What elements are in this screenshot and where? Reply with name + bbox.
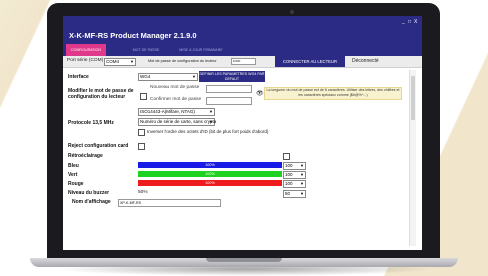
backlight-label: Rétroéclairage [68, 153, 103, 159]
chevron-down-icon: ▼ [209, 109, 213, 114]
close-icon[interactable]: X [414, 19, 417, 25]
laptop-notch [206, 258, 282, 262]
protocol-standard-select[interactable]: ISO14443-A(Mifare, NTAG) ▼ [138, 108, 215, 116]
tab-password[interactable]: MOT DE PASSE [131, 44, 161, 56]
interface-value: WG4 [140, 74, 151, 79]
reject-config-label: Reject configuration card [68, 143, 129, 149]
invert-bytes-label: Inverser l'ordre des octets d'ID (bit de… [147, 129, 269, 134]
buzzer-value: 50 [285, 191, 291, 196]
new-password-placeholder: Nouveau mot de passe [150, 85, 200, 90]
red-value: 100 [285, 181, 293, 186]
chevron-down-icon: ▼ [192, 74, 196, 79]
eye-icon[interactable]: 👁 [256, 90, 264, 97]
red-level-bar[interactable]: 100% [138, 180, 282, 186]
green-value-select[interactable]: 100 ▼ [283, 171, 306, 179]
buzzer-level-text: 50% [138, 190, 148, 195]
chevron-down-icon: ▼ [130, 59, 134, 64]
port-select[interactable]: COM4 ▼ [104, 58, 136, 66]
connection-status: Déconnecté [352, 58, 379, 64]
blue-label: Bleu [68, 163, 79, 169]
app-title: X-K-MF-RS Product Manager 2.1.9.0 [69, 31, 197, 40]
set-default-wg4-button[interactable]: DEFINIR LES PARAMETRES WG4 PAR DEFAUT [199, 71, 265, 82]
backlight-checkbox[interactable] [283, 153, 290, 160]
protocol-mode-value: Numéro de série de carte, sans crypta [140, 119, 217, 124]
display-name-input[interactable]: XP-K-MF-RS [118, 199, 221, 207]
green-value: 100 [285, 172, 293, 177]
scrollbar-thumb[interactable] [411, 76, 415, 120]
port-label: Port série (COM) [67, 58, 104, 63]
protocol-standard-value: ISO14443-A(Mifare, NTAG) [140, 109, 195, 114]
chevron-down-icon: ▼ [300, 172, 304, 177]
blue-level-bar[interactable]: 100% [138, 162, 282, 168]
invert-bytes-checkbox[interactable] [138, 129, 145, 136]
blue-value-select[interactable]: 100 ▼ [283, 162, 306, 170]
connect-button[interactable]: CONNECTER AU LECTEUR [275, 56, 345, 67]
change-password-checkbox[interactable] [140, 93, 147, 100]
camera-icon [290, 10, 294, 14]
tab-configuration[interactable]: CONFIGURATION [66, 44, 106, 56]
password-info-box: La longueur du mot de passe est de 6 car… [264, 87, 402, 100]
blue-value: 100 [285, 163, 293, 168]
title-bar: X-K-MF-RS Product Manager 2.1.9.0 _ □ X … [63, 16, 422, 56]
reader-password-input[interactable]: •••••• [231, 58, 256, 65]
buzzer-label: Niveau du buzzer [68, 190, 110, 196]
buzzer-value-select[interactable]: 50 ▼ [283, 190, 306, 198]
green-level-bar[interactable]: 100% [138, 171, 282, 177]
confirm-password-input[interactable] [206, 97, 252, 105]
tab-bar: CONFIGURATION MOT DE PASSE MISE À JOUR F… [63, 44, 422, 56]
chevron-down-icon: ▼ [300, 181, 304, 186]
interface-label: Interface [68, 74, 89, 80]
reader-password-label: Mot de passe de configuration du lecteur [148, 59, 217, 63]
maximize-icon[interactable]: □ [408, 19, 411, 25]
minimize-icon[interactable]: _ [402, 19, 405, 25]
scrollbar[interactable] [409, 70, 416, 246]
change-password-label: Modifier le mot de passe de configuratio… [68, 88, 134, 100]
red-label: Rouge [68, 181, 84, 187]
chevron-down-icon: ▼ [300, 191, 304, 196]
chevron-down-icon: ▼ [209, 119, 213, 124]
red-value-select[interactable]: 100 ▼ [283, 180, 306, 188]
app-window: X-K-MF-RS Product Manager 2.1.9.0 _ □ X … [63, 16, 422, 250]
interface-select[interactable]: WG4 ▼ [138, 73, 198, 81]
display-name-label: Nom d'affichage [72, 199, 111, 205]
green-label: Vert [68, 172, 78, 178]
new-password-input[interactable] [206, 85, 252, 93]
protocol-label: Protocole 13,5 MHz [68, 120, 114, 126]
port-value: COM4 [106, 59, 120, 64]
reject-config-checkbox[interactable] [138, 143, 145, 150]
tab-firmware-update[interactable]: MISE À JOUR FIRMWARE [175, 44, 227, 56]
connection-bar: Port série (COM) COM4 ▼ Mot de passe de … [63, 56, 422, 68]
chevron-down-icon: ▼ [300, 163, 304, 168]
protocol-mode-select[interactable]: Numéro de série de carte, sans crypta ▼ [138, 118, 217, 126]
confirm-password-placeholder: Confirmer mot de passe [150, 97, 202, 102]
